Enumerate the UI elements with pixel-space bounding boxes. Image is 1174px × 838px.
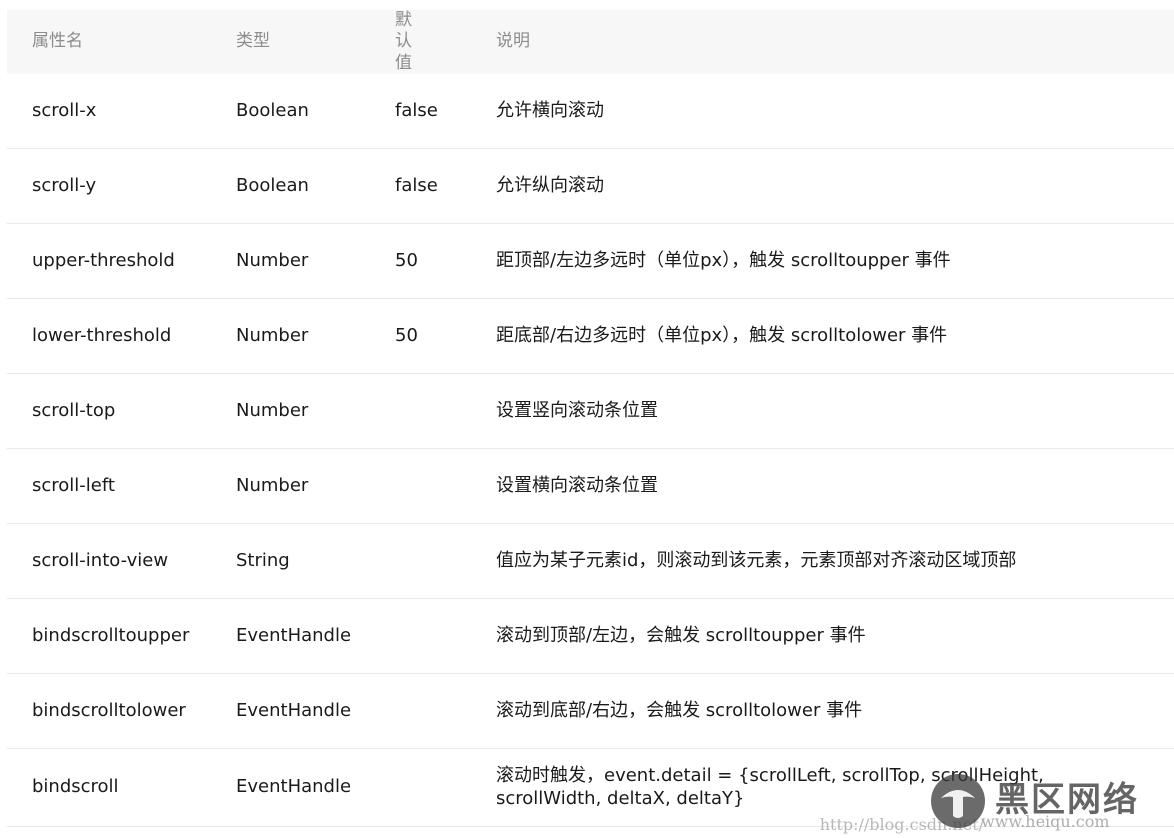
attribute-name: upper-threshold — [32, 249, 175, 271]
attribute-type: Number — [236, 324, 309, 346]
table-row: lower-threshold Number 50 距底部/右边多远时（单位px… — [7, 299, 1174, 374]
attribute-name: bindscrolltolower — [32, 699, 186, 721]
table-row: bindscrolltolower EventHandle 滚动到底部/右边，会… — [7, 674, 1174, 749]
attribute-description: 距顶部/左边多远时（单位px），触发 scrolltoupper 事件 — [496, 249, 951, 271]
attribute-description: 滚动到顶部/左边，会触发 scrolltoupper 事件 — [496, 624, 866, 646]
attribute-name: scroll-top — [32, 399, 116, 421]
table-row: scroll-left Number 设置横向滚动条位置 — [7, 449, 1174, 524]
attribute-name: lower-threshold — [32, 324, 172, 346]
header-attribute-name: 属性名 — [32, 31, 83, 52]
attribute-default: 50 — [395, 249, 418, 271]
attribute-description: 距底部/右边多远时（单位px），触发 scrolltolower 事件 — [496, 324, 948, 346]
header-description: 说明 — [496, 31, 530, 52]
attribute-name: scroll-left — [32, 474, 115, 496]
attribute-description: 滚动时触发，event.detail = {scrollLeft, scroll… — [496, 765, 1044, 809]
attribute-type: EventHandle — [236, 776, 352, 798]
attribute-name: bindscrolltoupper — [32, 624, 190, 646]
attribute-type: EventHandle — [236, 699, 352, 721]
table-row: bindscrolltoupper EventHandle 滚动到顶部/左边，会… — [7, 599, 1174, 674]
attribute-type: Number — [236, 474, 309, 496]
attribute-type: Number — [236, 399, 309, 421]
attribute-default: false — [395, 174, 438, 196]
table-row: scroll-y Boolean false 允许纵向滚动 — [7, 149, 1174, 224]
attribute-name: scroll-x — [32, 99, 97, 121]
table-header-row: 属性名 类型 默认值 说明 — [7, 10, 1174, 74]
attribute-type: Boolean — [236, 174, 309, 196]
attribute-description: 允许纵向滚动 — [496, 174, 604, 196]
attribute-name: scroll-y — [32, 174, 97, 196]
table-row: scroll-top Number 设置竖向滚动条位置 — [7, 374, 1174, 449]
attribute-name: bindscroll — [32, 776, 119, 798]
table-row: scroll-into-view String 值应为某子元素id，则滚动到该元… — [7, 524, 1174, 599]
attribute-name: scroll-into-view — [32, 549, 169, 571]
attribute-type: Boolean — [236, 99, 309, 121]
attribute-description: 滚动到底部/右边，会触发 scrolltolower 事件 — [496, 699, 863, 721]
attribute-description: 设置横向滚动条位置 — [496, 474, 658, 496]
attribute-description: 值应为某子元素id，则滚动到该元素，元素顶部对齐滚动区域顶部 — [496, 549, 1017, 571]
document-page: 属性名 类型 默认值 说明 scroll-x Boolean false 允许横… — [0, 0, 1174, 838]
attribute-description: 设置竖向滚动条位置 — [496, 399, 658, 421]
table-row: bindscroll EventHandle 滚动时触发，event.detai… — [7, 749, 1174, 827]
table-row: upper-threshold Number 50 距顶部/左边多远时（单位px… — [7, 224, 1174, 299]
attribute-default: false — [395, 99, 438, 121]
attribute-table: 属性名 类型 默认值 说明 scroll-x Boolean false 允许横… — [7, 10, 1174, 827]
header-default: 默认值 — [395, 10, 412, 73]
attribute-default: 50 — [395, 324, 418, 346]
attribute-description: 允许横向滚动 — [496, 99, 604, 121]
header-type: 类型 — [236, 31, 270, 52]
table-row: scroll-x Boolean false 允许横向滚动 — [7, 74, 1174, 149]
attribute-type: EventHandle — [236, 624, 352, 646]
attribute-type: Number — [236, 249, 309, 271]
attribute-type: String — [236, 549, 290, 571]
